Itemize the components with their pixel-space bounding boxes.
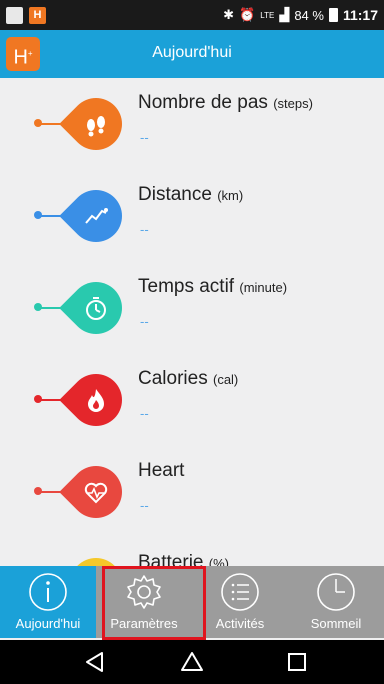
metric-calories[interactable]: Calories (cal) -- [0,354,384,446]
footprints-icon [70,98,122,150]
connector-dot [34,211,42,219]
metric-value: -- [140,130,149,145]
metric-title: Batterie (%) [138,552,229,566]
connector-dot [34,487,42,495]
flame-icon [70,374,122,426]
clock-time: 11:17 [342,7,378,23]
list-icon [221,573,259,611]
metric-heart[interactable]: Heart -- [0,446,384,538]
app-notification-icon: H [29,7,46,24]
metric-value: -- [140,498,149,513]
battery-icon [70,558,122,566]
metric-steps[interactable]: Nombre de pas (steps) -- [0,78,384,170]
tab-sleep[interactable]: Sommeil [288,566,384,638]
metric-title: Calories (cal) [138,368,239,389]
metric-title: Nombre de pas (steps) [138,92,313,113]
app-screen: H ✱ ⏰ LTE ▟ 84 % 11:17 H+ Aujourd'hui No… [0,0,384,684]
stopwatch-icon [70,282,122,334]
battery-percent: 84 % [294,7,324,23]
heart-pulse-icon [70,466,122,518]
connector-dot [34,395,42,403]
bluetooth-icon: ✱ [223,7,235,22]
network-type: LTE [260,10,275,20]
gear-icon [127,575,161,609]
metric-title: Temps actif (minute) [138,276,288,297]
page-title: Aujourd'hui [152,44,232,61]
tab-activities[interactable]: Activités [192,566,288,638]
metric-title: Distance (km) [138,184,244,205]
tab-today[interactable]: Aujourd'hui [0,566,96,638]
metric-value: -- [140,314,149,329]
metric-title: Heart [138,460,185,481]
signal-icon: ▟ [279,7,290,22]
system-navigation-bar [0,640,384,684]
distance-graph-icon [70,190,122,242]
connector-dot [34,303,42,311]
tab-label: Activités [215,616,265,631]
app-header: H+ Aujourd'hui [0,30,384,78]
alarm-icon: ⏰ [239,7,256,22]
notification-icon [6,7,23,24]
metric-distance[interactable]: Distance (km) -- [0,170,384,262]
clock-icon [317,573,355,611]
metric-value: -- [140,222,149,237]
tab-settings[interactable]: Paramètres [96,566,192,638]
tab-label: Sommeil [310,616,362,631]
recents-icon[interactable] [285,650,309,674]
tab-label: Aujourd'hui [15,616,81,631]
status-bar: H ✱ ⏰ LTE ▟ 84 % 11:17 [0,0,384,30]
metrics-list[interactable]: Nombre de pas (steps) -- Distance (km) -… [0,78,384,566]
connector-dot [34,119,42,127]
metric-value: -- [140,406,149,421]
info-icon [29,573,67,611]
metric-active-time[interactable]: Temps actif (minute) -- [0,262,384,354]
home-icon[interactable] [180,650,204,674]
tab-label: Paramètres [110,616,178,631]
battery-icon [328,8,338,22]
metric-battery[interactable]: Batterie (%) [0,538,384,566]
back-icon[interactable] [83,650,107,674]
bottom-tab-bar: Aujourd'hui Paramètres Activités Sommeil [0,566,384,638]
